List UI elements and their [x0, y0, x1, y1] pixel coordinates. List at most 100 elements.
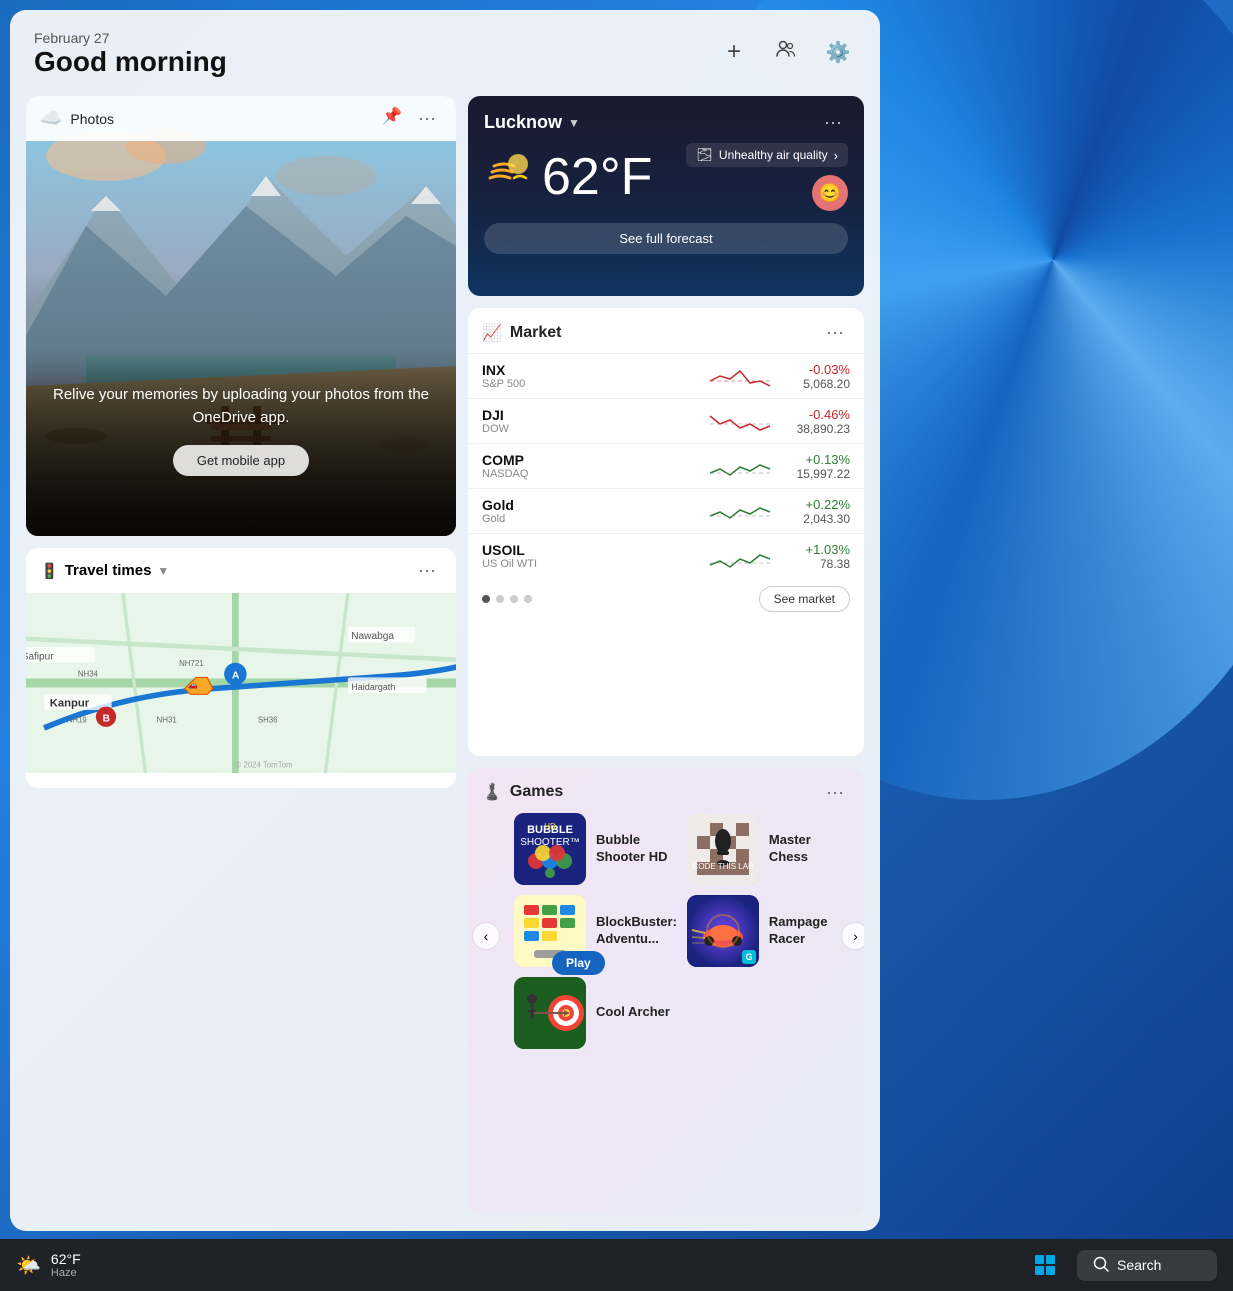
account-icon: [775, 38, 797, 66]
cool-archer-thumb: [514, 977, 586, 1049]
weather-air-quality[interactable]: 🌫 Unhealthy air quality ›: [686, 143, 848, 167]
stock-exchange-dji: DOW: [482, 423, 700, 435]
widget-panel: February 27 Good morning + ⚙️: [10, 10, 880, 1231]
settings-icon: ⚙️: [826, 40, 851, 65]
master-chess-thumb: CODE THIS LAB: [687, 813, 759, 885]
stock-row-dji[interactable]: DJI DOW -0.46% 38,890.23: [468, 398, 864, 443]
search-button[interactable]: Search: [1077, 1250, 1217, 1281]
taskbar: 🌤️ 62°F Haze Search: [0, 1239, 1233, 1291]
weather-more-button[interactable]: ···: [818, 110, 848, 135]
weather-header: Lucknow ▼ ···: [468, 96, 864, 143]
market-footer: See market: [468, 578, 864, 624]
weather-icon: [484, 148, 532, 206]
bubble-shooter-thumb: BUBBLE SHOOTER™ HD: [514, 813, 586, 885]
stock-row-comp[interactable]: COMP NASDAQ +0.13% 15,997.22: [468, 443, 864, 488]
see-market-button[interactable]: See market: [759, 586, 850, 612]
stock-chart-comp: [710, 451, 770, 481]
games-next-button[interactable]: ›: [841, 922, 864, 950]
get-mobile-app-button[interactable]: Get mobile app: [173, 445, 309, 476]
game-item-bubble-shooter[interactable]: BUBBLE SHOOTER™ HD: [514, 813, 677, 885]
taskbar-right-area: Search: [1025, 1245, 1217, 1285]
travel-bottom: 2 · 13 Faster than usual: [26, 773, 456, 788]
weather-location-dropdown[interactable]: ▼: [568, 116, 580, 130]
market-more-button[interactable]: ···: [820, 320, 850, 345]
blockbuster-name: BlockBuster: Adventu...: [596, 914, 677, 948]
stock-price-inx: 5,068.20: [780, 377, 850, 391]
stock-name-comp: COMP: [482, 452, 700, 468]
travel-title-area: 🚦 Travel times ▼: [40, 562, 169, 580]
weather-temperature: 62°F: [542, 147, 652, 207]
games-prev-button[interactable]: ‹: [472, 922, 500, 950]
stock-change-gold: +0.22%: [780, 497, 850, 512]
taskbar-condition: Haze: [51, 1267, 81, 1279]
market-dot-3: [510, 595, 518, 603]
svg-text:Safipur: Safipur: [26, 651, 54, 662]
travel-time: 2 · 13: [40, 781, 132, 788]
travel-icon: 🚦: [40, 562, 59, 580]
header-right: + ⚙️: [716, 34, 856, 70]
right-column: Lucknow ▼ ···: [468, 96, 864, 1215]
travel-dropdown-icon[interactable]: ▼: [157, 564, 169, 578]
stock-name-gold: Gold: [482, 497, 700, 513]
photos-title-area: ☁️ Photos: [40, 108, 114, 129]
travel-title: Travel times: [65, 562, 152, 579]
photos-title: Photos: [70, 111, 114, 127]
stock-name-usoil: USOIL: [482, 542, 700, 558]
games-title: Games: [510, 783, 563, 801]
svg-text:NH19: NH19: [67, 715, 87, 724]
svg-text:SHOOTER™: SHOOTER™: [520, 837, 579, 848]
stock-row-inx[interactable]: INX S&P 500 -0.03% 5,068.20: [468, 353, 864, 398]
market-dot-2: [496, 595, 504, 603]
taskbar-temperature: 62°F: [51, 1251, 81, 1267]
travel-more-button[interactable]: ···: [412, 558, 442, 583]
svg-text:CODE THIS LAB: CODE THIS LAB: [693, 862, 754, 871]
svg-text:Haidargath: Haidargath: [351, 682, 395, 692]
game-item-cool-archer[interactable]: Cool Archer: [514, 977, 677, 1049]
win-square-1: [1035, 1255, 1044, 1264]
photos-overlay-text: Relive your memories by uploading your p…: [46, 384, 436, 429]
photos-pin-button[interactable]: 📌: [382, 106, 402, 131]
stock-info-gold: Gold Gold: [482, 497, 700, 525]
panel-greeting: Good morning: [34, 46, 227, 78]
stock-row-gold[interactable]: Gold Gold +0.22% 2,043.30: [468, 488, 864, 533]
stock-exchange-comp: NASDAQ: [482, 468, 700, 480]
stock-chart-inx: [710, 361, 770, 391]
travel-widget: 🚦 Travel times ▼ ···: [26, 548, 456, 788]
win-square-4: [1046, 1266, 1055, 1275]
photos-cloud-icon: ☁️: [40, 108, 62, 129]
weather-location: Lucknow ▼: [484, 112, 580, 133]
game-item-master-chess[interactable]: CODE THIS LAB Master Chess: [687, 813, 828, 885]
air-quality-icon: 🌫: [696, 147, 713, 163]
stock-exchange-gold: Gold: [482, 513, 700, 525]
svg-text:NH31: NH31: [157, 715, 177, 724]
svg-text:HD: HD: [544, 822, 556, 831]
market-widget: 📈 Market ··· INX S&P 500: [468, 308, 864, 756]
stock-change-comp: +0.13%: [780, 452, 850, 467]
weather-forecast-button[interactable]: See full forecast: [484, 223, 848, 254]
add-widget-button[interactable]: +: [716, 34, 752, 70]
games-more-button[interactable]: ···: [820, 780, 850, 805]
game-item-blockbuster[interactable]: BlockBuster: Adventu... Play: [514, 895, 677, 967]
travel-map: Safipur Nawabga Kanpur Haidargath NH34 N…: [26, 593, 456, 773]
stock-info-usoil: USOIL US Oil WTI: [482, 542, 700, 570]
svg-text:© 2024 TomTom: © 2024 TomTom: [235, 760, 293, 769]
svg-text:NH721: NH721: [179, 659, 203, 668]
stock-values-dji: -0.46% 38,890.23: [780, 407, 850, 436]
game-item-rampage-racer[interactable]: G Rampage Racer: [687, 895, 828, 967]
start-button[interactable]: [1025, 1245, 1065, 1285]
rampage-racer-name: Rampage Racer: [769, 914, 828, 948]
stock-price-usoil: 78.38: [780, 557, 850, 571]
play-button[interactable]: Play: [552, 951, 605, 975]
weather-body: 62°F 🌫 Unhealthy air quality › 😊: [468, 143, 864, 219]
stock-row-usoil[interactable]: USOIL US Oil WTI +1.03% 78.38: [468, 533, 864, 578]
market-icon: 📈: [482, 323, 502, 343]
win-square-3: [1035, 1266, 1044, 1275]
account-button[interactable]: [768, 34, 804, 70]
weather-avatar: 😊: [812, 175, 848, 211]
cool-archer-name: Cool Archer: [596, 1004, 670, 1021]
stock-info-inx: INX S&P 500: [482, 362, 700, 390]
svg-text:G: G: [745, 952, 752, 962]
photos-more-button[interactable]: ···: [412, 106, 442, 131]
photos-widget: ☁️ Photos 📌 ···: [26, 96, 456, 536]
settings-button[interactable]: ⚙️: [820, 34, 856, 70]
